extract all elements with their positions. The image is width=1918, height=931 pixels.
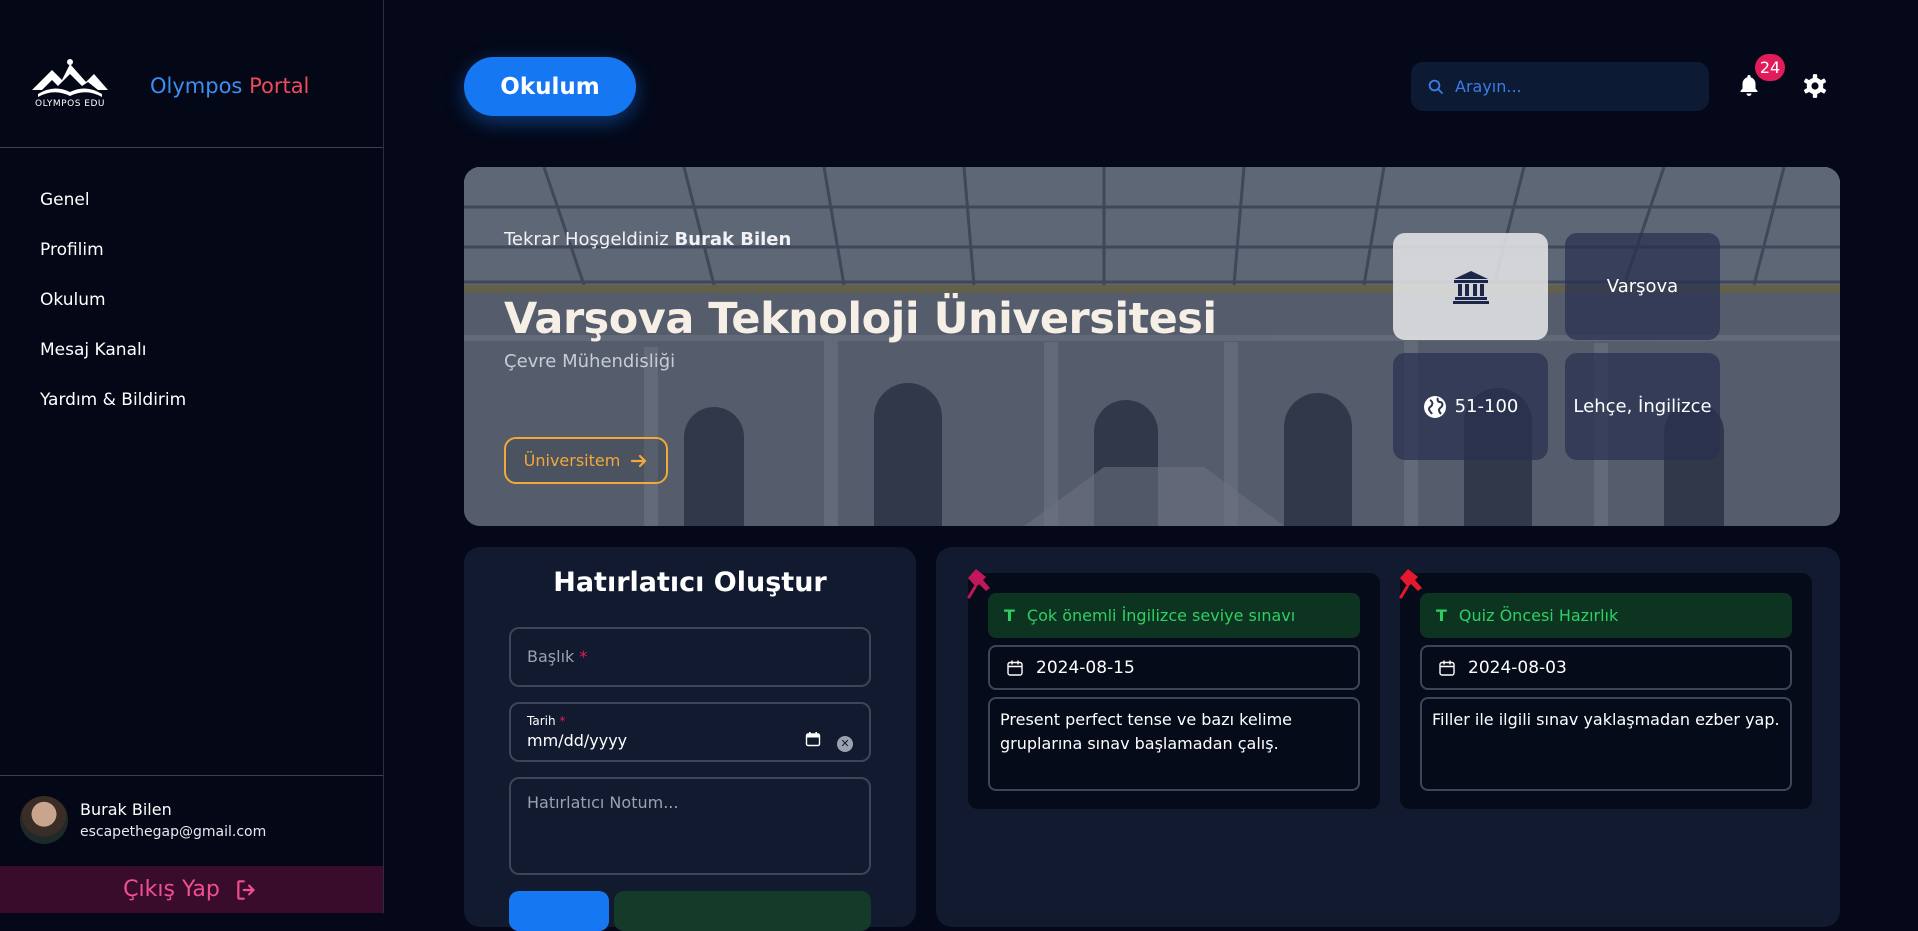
city-value: Varşova [1606, 276, 1679, 297]
reminder-form-panel: Hatırlatıcı Oluştur Başlık * Tarih * mm/… [464, 547, 916, 931]
globe-icon [1423, 395, 1446, 418]
sidebar-item-okulum[interactable]: Okulum [40, 285, 360, 335]
reminder-note-field[interactable]: Hatırlatıcı Notum... [509, 777, 871, 875]
sidebar-item-genel[interactable]: Genel [40, 185, 360, 235]
note-date-text: 2024-08-03 [1468, 657, 1567, 678]
brand-name-first: Olympos [150, 74, 243, 98]
arrow-right-icon [631, 454, 647, 467]
note-body: Present perfect tense ve bazı kelime gru… [988, 697, 1360, 791]
universitem-label: Üniversitem [523, 451, 621, 470]
date-field-label: Tarih * [527, 714, 566, 728]
note-title-text: Quiz Öncesi Hazırlık [1458, 606, 1619, 625]
sidebar-divider-bottom [0, 775, 383, 776]
brand[interactable]: OLYMPOS EDU Olympos Portal [28, 58, 348, 114]
hero-overlay [464, 167, 1840, 526]
languages-value: Lehçe, İngilizce [1573, 396, 1712, 417]
logout-icon [237, 879, 255, 900]
note-date: 2024-08-03 [1420, 645, 1792, 690]
text-type-icon: T [1004, 606, 1015, 625]
user-card[interactable]: Burak Bilen escapethegap@gmail.com [20, 796, 370, 846]
sidebar-nav: Genel Profilim Okulum Mesaj Kanalı Yardı… [40, 185, 360, 435]
search-icon [1428, 79, 1443, 94]
title-field[interactable]: Başlık * [509, 627, 871, 687]
avatar [20, 796, 68, 844]
welcome-prefix: Tekrar Hoşgeldiniz [504, 229, 669, 250]
create-reminder-button[interactable] [614, 891, 871, 931]
search-bar [1411, 62, 1709, 111]
clear-form-button[interactable] [509, 891, 609, 931]
university-name: Varşova Teknoloji Üniversitesi [504, 294, 1217, 344]
reminder-note-card: T Quiz Öncesi Hazırlık 2024-08-03 Filler… [1399, 569, 1812, 809]
ranking-tile: 51-100 [1393, 353, 1548, 460]
date-field-value: mm/dd/yyyy [527, 731, 628, 750]
note-date: 2024-08-15 [988, 645, 1360, 690]
date-field[interactable]: Tarih * mm/dd/yyyy ✕ [509, 702, 871, 762]
note-title: T Quiz Öncesi Hazırlık [1420, 593, 1792, 638]
reminder-note-card: T Çok önemli İngilizce seviye sınavı 202… [967, 569, 1380, 809]
city-tile: Varşova [1565, 233, 1720, 340]
calendar-picker-icon[interactable] [805, 731, 821, 747]
brand-name: Olympos Portal [150, 74, 309, 98]
okulum-button[interactable]: Okulum [464, 57, 636, 116]
notification-badge: 24 [1755, 54, 1785, 81]
title-field-label: Başlık * [527, 647, 588, 666]
clear-date-icon[interactable]: ✕ [837, 736, 853, 752]
sidebar-item-yardim-bildirim[interactable]: Yardım & Bildirim [40, 385, 360, 435]
gear-icon[interactable] [1802, 73, 1828, 99]
logout-label: Çıkış Yap [123, 877, 220, 902]
reminder-notes-panel: T Çok önemli İngilizce seviye sınavı 202… [936, 547, 1840, 927]
note-date-text: 2024-08-15 [1036, 657, 1135, 678]
user-name: Burak Bilen [80, 800, 172, 819]
sidebar-divider [0, 147, 383, 148]
universitem-button[interactable]: Üniversitem [504, 437, 668, 484]
logo-text: OLYMPOS EDU [35, 99, 105, 109]
text-type-icon: T [1436, 606, 1447, 625]
university-hero: Tekrar Hoşgeldiniz Burak Bilen Varşova T… [464, 167, 1840, 526]
calendar-icon [1007, 660, 1023, 676]
note-body: Filler ile ilgili sınav yaklaşmadan ezbe… [1420, 697, 1792, 791]
search-input[interactable] [1453, 76, 1697, 97]
note-title-text: Çok önemli İngilizce seviye sınavı [1026, 606, 1296, 625]
olympos-logo: OLYMPOS EDU [28, 58, 112, 112]
university-building-icon [1452, 270, 1489, 304]
brand-name-second: Portal [249, 74, 310, 98]
reminder-form-title: Hatırlatıcı Oluştur [553, 567, 827, 598]
user-email: escapethegap@gmail.com [80, 824, 267, 840]
calendar-icon [1439, 660, 1455, 676]
university-icon-tile [1393, 233, 1548, 340]
languages-tile: Lehçe, İngilizce [1565, 353, 1720, 460]
sidebar-item-mesaj-kanali[interactable]: Mesaj Kanalı [40, 335, 360, 385]
welcome-name: Burak Bilen [674, 229, 792, 250]
sidebar-item-profilim[interactable]: Profilim [40, 235, 360, 285]
logout-button[interactable]: Çıkış Yap [0, 866, 383, 913]
note-title: T Çok önemli İngilizce seviye sınavı [988, 593, 1360, 638]
reminder-note-placeholder: Hatırlatıcı Notum... [527, 793, 679, 812]
sidebar: OLYMPOS EDU Olympos Portal Genel Profili… [0, 0, 384, 913]
department-name: Çevre Mühendisliği [504, 351, 676, 372]
ranking-value: 51-100 [1454, 396, 1519, 417]
welcome-text: Tekrar Hoşgeldiniz Burak Bilen [504, 229, 791, 250]
